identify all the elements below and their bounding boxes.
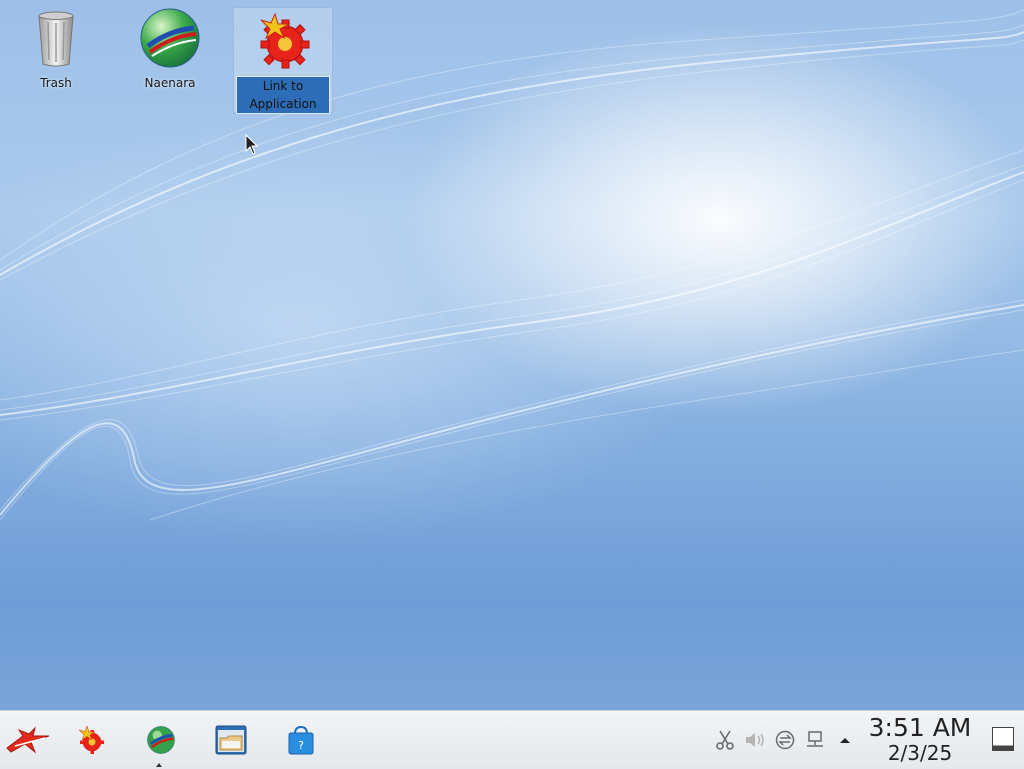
tray-volume[interactable] <box>744 729 766 751</box>
red-star-launcher-icon <box>6 726 50 754</box>
shopping-bag-icon: ? <box>288 725 314 755</box>
desktop-icon-label: Naenara <box>144 76 196 90</box>
show-desktop-icon[interactable] <box>992 727 1014 751</box>
taskbar: ? 3:51 AM 2/3/25 <box>0 710 1024 769</box>
taskbar-app-file-manager[interactable] <box>212 721 250 759</box>
active-app-indicator <box>156 763 162 767</box>
globe-browser-icon <box>147 726 175 754</box>
desktop-icon-link-to-application[interactable]: Link to Application <box>233 7 333 114</box>
expand-arrow-icon <box>840 738 850 743</box>
trash-icon <box>38 11 74 67</box>
clock-date[interactable]: 2/3/25 <box>864 742 976 764</box>
taskbar-app-software-store[interactable]: ? <box>282 721 320 759</box>
wallpaper-waves <box>0 9 1024 521</box>
desktop-icon-label: Link to Application <box>236 76 330 114</box>
tray-update[interactable] <box>774 729 796 751</box>
desktop-icon-naenara[interactable]: Naenara <box>122 6 218 92</box>
taskbar-app-naenara[interactable] <box>142 721 180 759</box>
red-star-gear-icon <box>260 12 310 69</box>
globe-browser-icon <box>140 8 200 68</box>
application-launcher-button[interactable] <box>4 721 52 759</box>
file-manager-icon <box>215 725 247 755</box>
taskbar-app-star-gear[interactable] <box>72 721 110 759</box>
tray-clipboard[interactable] <box>714 729 736 751</box>
network-icon <box>807 731 823 747</box>
desktop-icon-trash[interactable]: Trash <box>8 6 104 92</box>
desktop-icon-label: Trash <box>40 76 72 90</box>
clipboard-icon <box>716 730 734 750</box>
svg-text:?: ? <box>298 739 304 752</box>
red-star-gear-icon <box>78 725 104 754</box>
tray-expand[interactable] <box>834 729 856 751</box>
volume-icon <box>746 733 764 747</box>
tray-network[interactable] <box>804 729 826 751</box>
mouse-pointer-icon <box>245 134 259 155</box>
desktop[interactable]: Trash Naenara Link to Application <box>0 0 1024 710</box>
update-icon <box>775 730 795 750</box>
clock-time[interactable]: 3:51 AM <box>864 713 976 743</box>
